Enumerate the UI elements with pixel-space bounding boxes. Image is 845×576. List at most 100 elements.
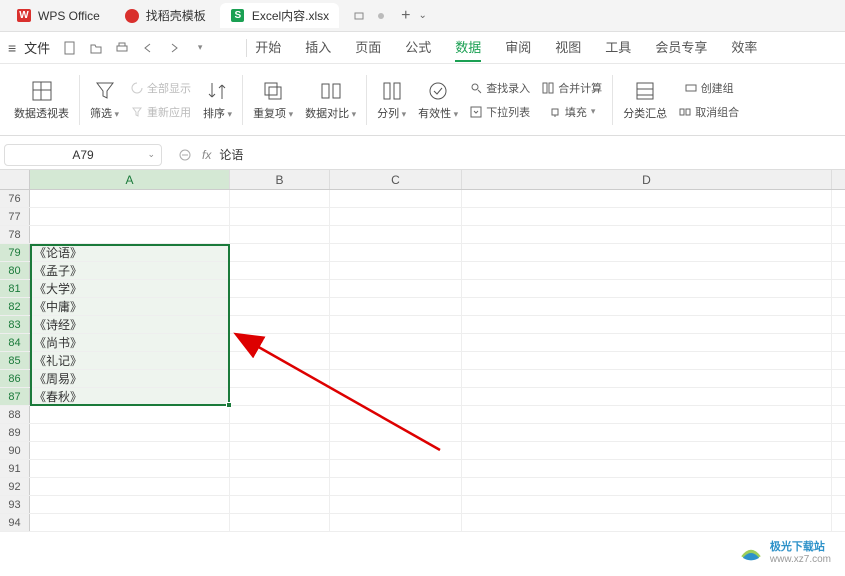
cell[interactable] — [230, 280, 330, 297]
cell[interactable]: 《论语》 — [30, 244, 230, 261]
row-header[interactable]: 84 — [0, 334, 30, 351]
file-menu-button[interactable]: 文件 — [24, 38, 50, 57]
split-column-button[interactable]: 分列 — [371, 68, 412, 131]
cell[interactable] — [330, 370, 462, 387]
cell[interactable] — [330, 190, 462, 207]
cell[interactable] — [462, 370, 832, 387]
cell[interactable] — [30, 478, 230, 495]
cell[interactable] — [462, 334, 832, 351]
cell[interactable] — [462, 244, 832, 261]
cell[interactable] — [462, 442, 832, 459]
tab-formula[interactable]: 公式 — [405, 33, 431, 62]
row-header[interactable]: 89 — [0, 424, 30, 441]
row-header[interactable]: 80 — [0, 262, 30, 279]
cell[interactable] — [30, 514, 230, 531]
subtotal-button[interactable]: 分类汇总 — [617, 68, 673, 131]
cell[interactable] — [230, 370, 330, 387]
cell[interactable] — [330, 262, 462, 279]
tab-data[interactable]: 数据 — [455, 33, 481, 62]
cell[interactable] — [462, 388, 832, 405]
tab-excel-file[interactable]: S Excel内容.xlsx — [220, 3, 339, 28]
lookup-insert-button[interactable]: 查找录入 — [470, 80, 530, 96]
cell[interactable] — [462, 262, 832, 279]
name-box[interactable]: A79 ⌄ — [4, 144, 162, 166]
tab-view[interactable]: 视图 — [555, 33, 581, 62]
tab-docer-templates[interactable]: 找稻壳模板 — [114, 3, 216, 28]
cell[interactable] — [30, 406, 230, 423]
cell[interactable] — [230, 316, 330, 333]
duplicate-button[interactable]: 重复项 — [247, 68, 299, 131]
row-header[interactable]: 85 — [0, 352, 30, 369]
cell[interactable] — [330, 226, 462, 243]
row-header[interactable]: 91 — [0, 460, 30, 477]
cell[interactable] — [330, 298, 462, 315]
cell[interactable] — [230, 298, 330, 315]
cell[interactable] — [330, 352, 462, 369]
qat-dropdown-icon[interactable]: ▾ — [192, 40, 208, 56]
tabs-dropdown-icon[interactable]: ⌄ — [419, 10, 427, 21]
cell[interactable] — [230, 334, 330, 351]
cell[interactable] — [330, 280, 462, 297]
cancel-icon[interactable] — [178, 148, 192, 162]
show-all-button[interactable]: 全部显示 — [131, 80, 191, 96]
cell[interactable] — [462, 514, 832, 531]
tab-review[interactable]: 审阅 — [505, 33, 531, 62]
open-icon[interactable] — [88, 40, 104, 56]
cell[interactable] — [230, 262, 330, 279]
print-icon[interactable] — [114, 40, 130, 56]
row-header[interactable]: 88 — [0, 406, 30, 423]
tab-efficiency[interactable]: 效率 — [731, 33, 757, 62]
col-header-A[interactable]: A — [30, 170, 230, 189]
cell[interactable] — [462, 478, 832, 495]
cell[interactable] — [330, 406, 462, 423]
new-icon[interactable] — [62, 40, 78, 56]
row-header[interactable]: 76 — [0, 190, 30, 207]
new-tab-button[interactable]: + — [401, 7, 410, 25]
cell[interactable] — [462, 226, 832, 243]
fx-label[interactable]: fx — [202, 148, 211, 162]
window-restore-icon[interactable] — [353, 11, 367, 21]
cell[interactable] — [230, 208, 330, 225]
row-header[interactable]: 77 — [0, 208, 30, 225]
window-dot-icon[interactable] — [377, 12, 385, 20]
cell[interactable] — [462, 208, 832, 225]
col-header-D[interactable]: D — [462, 170, 832, 189]
dropdown-list-button[interactable]: 下拉列表 — [470, 104, 530, 120]
cell[interactable]: 《大学》 — [30, 280, 230, 297]
cell[interactable] — [230, 352, 330, 369]
cell[interactable] — [230, 388, 330, 405]
tab-wps-home[interactable]: W WPS Office — [6, 4, 110, 28]
cell[interactable] — [30, 460, 230, 477]
select-all-corner[interactable] — [0, 170, 30, 189]
cell[interactable] — [330, 208, 462, 225]
cell[interactable]: 《孟子》 — [30, 262, 230, 279]
row-header[interactable]: 93 — [0, 496, 30, 513]
cell[interactable]: 《诗经》 — [30, 316, 230, 333]
consolidate-button[interactable]: 合并计算 — [542, 80, 602, 96]
tab-insert[interactable]: 插入 — [305, 33, 331, 62]
row-header[interactable]: 87 — [0, 388, 30, 405]
fill-button[interactable]: 填充 ▾ — [549, 104, 596, 120]
cell[interactable] — [230, 442, 330, 459]
tab-tools[interactable]: 工具 — [605, 33, 631, 62]
cell[interactable] — [30, 496, 230, 513]
cell[interactable] — [330, 496, 462, 513]
cell[interactable] — [462, 316, 832, 333]
tab-member[interactable]: 会员专享 — [655, 33, 707, 62]
spreadsheet-grid[interactable]: A B C D 76777879《论语》80《孟子》81《大学》82《中庸》83… — [0, 170, 845, 570]
cell[interactable] — [330, 514, 462, 531]
cell[interactable] — [230, 496, 330, 513]
cell[interactable] — [230, 244, 330, 261]
hamburger-icon[interactable]: ≡ — [8, 40, 16, 56]
row-header[interactable]: 86 — [0, 370, 30, 387]
cell[interactable]: 《尚书》 — [30, 334, 230, 351]
validation-button[interactable]: 有效性 — [412, 68, 464, 131]
cell[interactable] — [30, 424, 230, 441]
row-header[interactable]: 94 — [0, 514, 30, 531]
row-header[interactable]: 90 — [0, 442, 30, 459]
row-header[interactable]: 92 — [0, 478, 30, 495]
compare-button[interactable]: 数据对比 — [299, 68, 362, 131]
undo-icon[interactable] — [140, 40, 156, 56]
cell[interactable] — [230, 226, 330, 243]
col-header-C[interactable]: C — [330, 170, 462, 189]
